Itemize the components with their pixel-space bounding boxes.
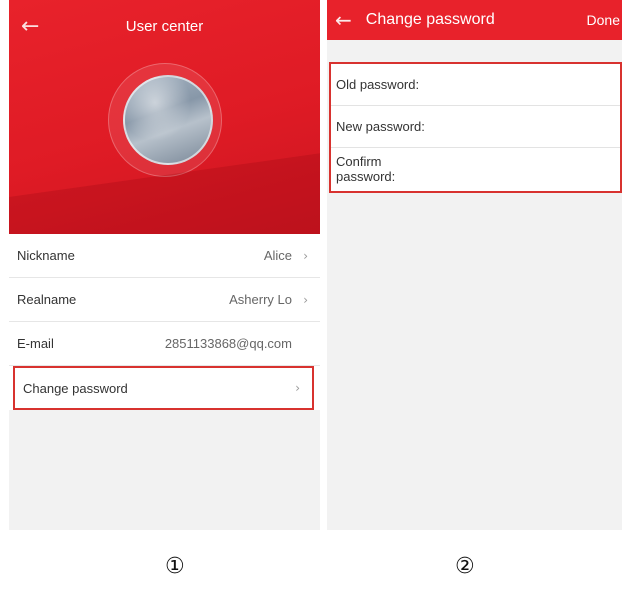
back-arrow-icon[interactable]: ← [335, 9, 352, 31]
done-button[interactable]: Done [587, 12, 620, 28]
row-label: Nickname [17, 248, 75, 263]
step-number-2: ② [455, 554, 475, 579]
new-password-row: New password: [331, 106, 620, 148]
row-label: Realname [17, 292, 77, 307]
password-form: Old password: New password: Confirm pass… [329, 62, 622, 193]
row-change-password[interactable]: Change password › [13, 366, 314, 410]
old-password-row: Old password: [331, 64, 620, 106]
profile-header: ← User center [9, 0, 320, 234]
chevron-right-icon: › [303, 292, 308, 307]
profile-list: Nickname Alice › Realname Asherry Lo › E… [9, 234, 320, 410]
row-value: Alice [263, 248, 292, 263]
row-label: E-mail [17, 336, 54, 351]
empty-area [9, 410, 320, 530]
row-label: Change password [23, 380, 128, 396]
field-label: Old password: [336, 77, 420, 92]
avatar[interactable] [123, 75, 213, 165]
field-label: New password: [336, 119, 425, 134]
chevron-right-icon: › [295, 381, 300, 395]
row-email: E-mail 2851133868@qq.com [9, 322, 320, 366]
field-label: Confirm password: [336, 154, 396, 184]
step-number-1: ① [165, 554, 185, 579]
page-title: Change password [365, 11, 495, 28]
row-value: 2851133868@qq.com [164, 336, 292, 351]
confirm-password-row: Confirm password: [331, 148, 620, 190]
row-realname[interactable]: Realname Asherry Lo › [9, 278, 320, 322]
page-title: User center [125, 18, 204, 35]
new-password-input[interactable] [430, 106, 620, 147]
top-bar: ← Change password Done [327, 0, 622, 40]
user-center-screen: ← User center Nickname Alice › Realname … [9, 0, 320, 530]
confirm-password-input[interactable] [444, 148, 620, 190]
chevron-right-icon: › [303, 248, 308, 263]
row-value: Asherry Lo [229, 292, 292, 307]
row-nickname[interactable]: Nickname Alice › [9, 234, 320, 278]
old-password-input[interactable] [425, 64, 620, 105]
change-password-screen: ← Change password Done Old password: New… [327, 0, 622, 530]
